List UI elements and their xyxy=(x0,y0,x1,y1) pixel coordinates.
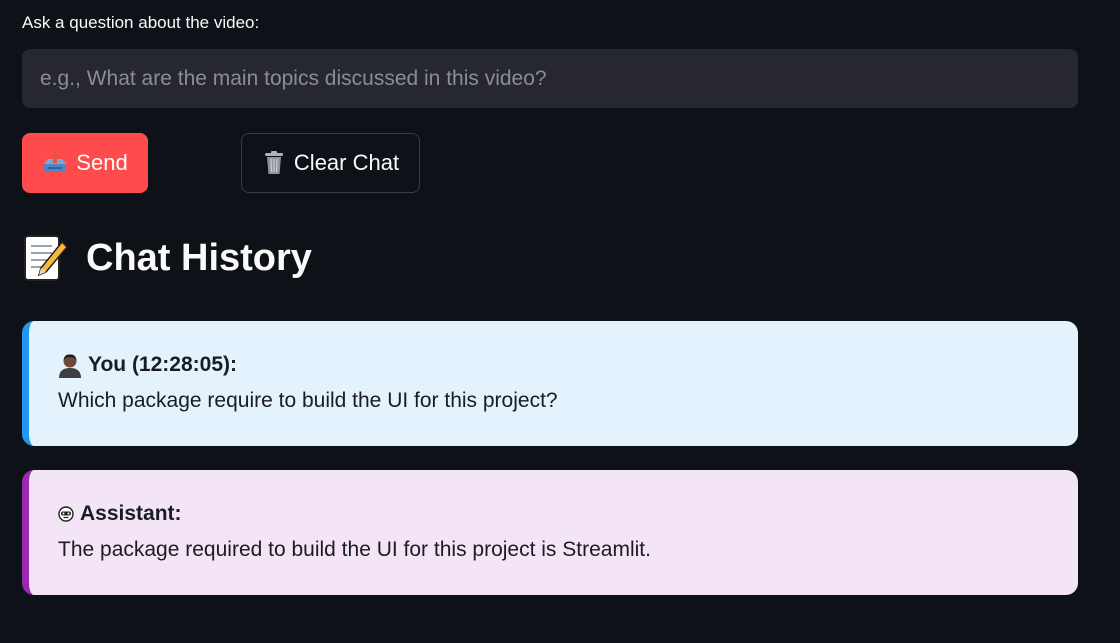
memo-icon xyxy=(24,234,68,282)
assistant-message-author: Assistant: xyxy=(80,502,182,525)
outbox-tray-icon xyxy=(42,151,68,175)
chat-history-heading: Chat History xyxy=(24,234,312,282)
clear-chat-button[interactable]: Clear Chat xyxy=(241,133,420,193)
user-message-author: You (12:28:05): xyxy=(88,353,237,376)
chat-history-title: Chat History xyxy=(86,236,312,279)
user-message-header: You (12:28:05): xyxy=(58,351,1078,379)
clear-chat-button-label: Clear Chat xyxy=(293,150,400,175)
user-message-text: Which package require to build the UI fo… xyxy=(58,389,558,412)
question-label: Ask a question about the video: xyxy=(22,13,260,32)
user-message: You (12:28:05): Which package require to… xyxy=(22,321,1078,446)
assistant-message: Assistant: The package required to build… xyxy=(22,470,1078,595)
trash-can-icon xyxy=(262,150,286,176)
robot-icon xyxy=(58,506,74,522)
person-icon xyxy=(58,352,82,378)
page: Ask a question about the video: Send Cl xyxy=(0,0,1120,643)
assistant-message-text: The package required to build the UI for… xyxy=(58,538,651,561)
question-input[interactable] xyxy=(22,49,1078,108)
send-button-label: Send xyxy=(76,150,128,175)
assistant-message-header: Assistant: xyxy=(58,500,1078,528)
send-button[interactable]: Send xyxy=(22,133,148,193)
